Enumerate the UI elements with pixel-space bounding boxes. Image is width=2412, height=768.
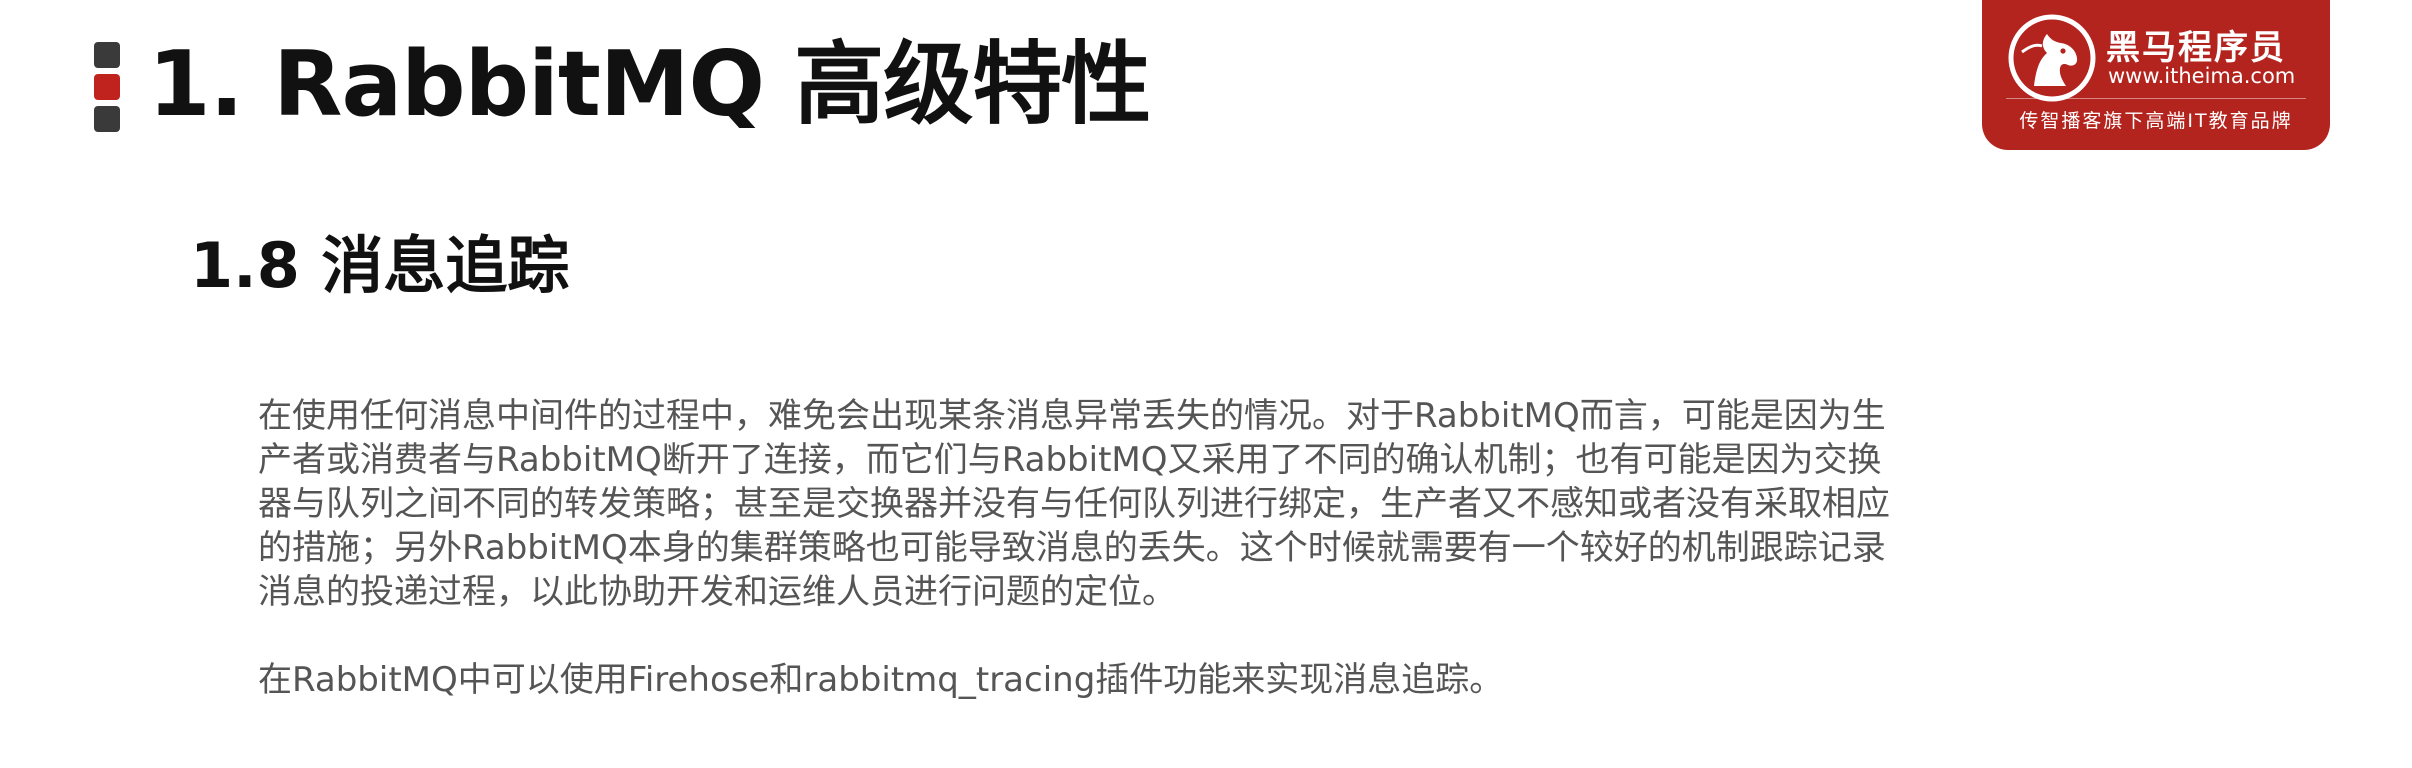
title-bullet-decoration — [94, 42, 120, 138]
body-paragraph: 在使用任何消息中间件的过程中，难免会出现某条消息异常丢失的情况。对于Rabbit… — [258, 396, 1890, 612]
logo-url: www.itheima.com — [2108, 64, 2296, 88]
logo-divider — [2006, 98, 2306, 99]
section-heading: 1.8 消息追踪 — [190, 229, 570, 302]
bullet-square-middle — [94, 74, 120, 100]
bullet-square-top — [94, 42, 120, 68]
logo-slogan: 传智播客旗下高端IT教育品牌 — [2019, 110, 2293, 132]
horse-head-logo-icon — [2008, 14, 2096, 102]
page-title: 1. RabbitMQ 高级特性 — [148, 32, 1151, 137]
brand-logo: 黑马程序员 www.itheima.com 传智播客旗下高端IT教育品牌 — [1982, 0, 2330, 150]
bullet-square-bottom — [94, 106, 120, 132]
body-paragraph: 在RabbitMQ中可以使用Firehose和rabbitmq_tracing插… — [258, 660, 1504, 700]
body-content: 在使用任何消息中间件的过程中，难免会出现某条消息异常丢失的情况。对于Rabbit… — [258, 394, 1898, 702]
logo-name: 黑马程序员 — [2106, 28, 2286, 68]
